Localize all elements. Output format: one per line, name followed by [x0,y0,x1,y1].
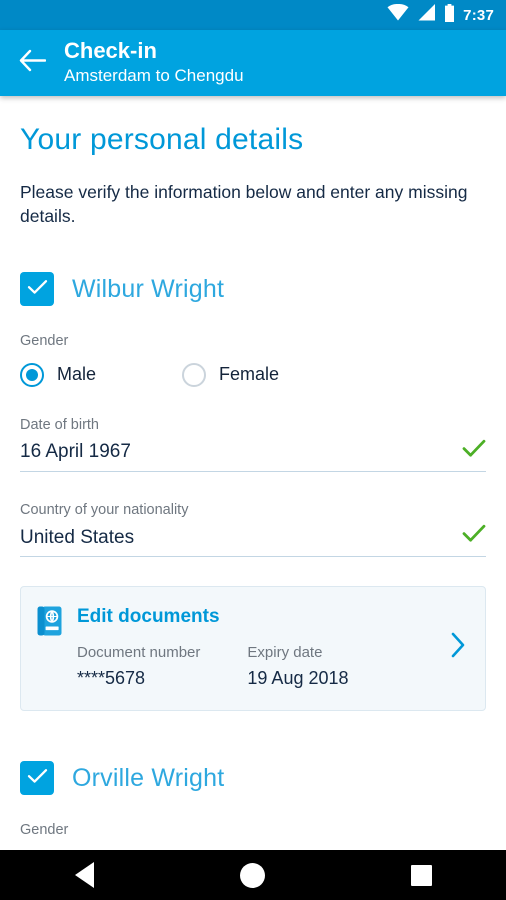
field-date-of-birth-value: 16 April 1967 [20,441,131,463]
back-button[interactable] [0,30,64,96]
gender-group: Gender Male Female [20,306,486,387]
nav-home-button[interactable] [208,850,298,900]
gender-label: Gender [20,333,69,350]
expiry-date-label: Expiry date [247,644,323,662]
valid-check-icon [462,439,486,463]
passenger-section: Wilbur Wright Gender Male Female Date of… [0,228,506,840]
document-number-value: ****5678 [77,668,146,689]
field-nationality-value: United States [20,526,135,548]
edit-documents-body: Edit documents Document number ****5678 … [63,604,441,690]
expiry-date-value: 19 Aug 2018 [247,668,349,689]
back-triangle-icon [74,862,94,888]
checkmark-icon [27,279,48,300]
passenger-header[interactable]: Orville Wright [20,761,486,796]
status-bar-clock: 7:37 [463,6,494,24]
page-title: Your personal details [20,123,304,156]
gender-option-female[interactable]: Female [182,362,280,387]
signal-icon [417,4,436,26]
field-nationality-row[interactable]: United States [20,521,486,558]
status-bar: 7:37 [0,0,506,30]
battery-icon [444,3,455,27]
app-root: 7:37 Check-in Amsterdam to Chengdu Your … [0,0,506,900]
gender-option-female-label: Female [219,364,280,385]
passenger-header[interactable]: Wilbur Wright [20,228,486,307]
app-bar: Check-in Amsterdam to Chengdu [0,30,506,96]
home-circle-icon [240,862,266,888]
edit-documents-link[interactable]: Edit documents [77,604,441,628]
app-bar-title: Check-in [64,37,157,63]
gender-option-male[interactable]: Male [20,362,97,387]
gender-group: Gender [20,795,486,839]
nav-recents-button[interactable] [377,850,467,900]
passport-icon [37,605,63,642]
wifi-icon [387,3,409,26]
back-arrow-icon [19,49,46,77]
checkmark-icon [27,768,48,789]
expiry-date-column: Expiry date 19 Aug 2018 [247,644,348,690]
radio-female-icon[interactable] [182,362,207,387]
app-bar-titles: Check-in Amsterdam to Chengdu [64,37,244,87]
document-columns: Document number ****5678 Expiry date 19 … [77,628,441,690]
field-date-of-birth-row[interactable]: 16 April 1967 [20,436,486,473]
recents-square-icon [411,864,433,886]
field-date-of-birth-label: Date of birth [20,416,99,433]
android-nav-bar [0,850,506,900]
valid-check-icon [462,524,486,548]
scroll-content[interactable]: Your personal details Please verify the … [0,96,506,850]
field-nationality-label: Country of your nationality [20,502,189,519]
gender-option-male-label: Male [57,364,97,385]
gender-label: Gender [20,822,69,839]
radio-male-icon[interactable] [20,362,44,387]
document-number-label: Document number [77,644,201,662]
passenger-checkbox[interactable] [20,272,54,307]
passenger-name: Wilbur Wright [72,274,225,303]
chevron-right-icon[interactable] [441,630,469,665]
passenger-name: Orville Wright [72,763,225,792]
passenger-checkbox[interactable] [20,761,54,796]
page-description: Please verify the information below and … [20,182,468,227]
app-bar-subtitle: Amsterdam to Chengdu [64,65,244,85]
gender-radio-row: Male Female [20,351,486,387]
nav-back-button[interactable] [39,850,129,900]
field-nationality[interactable]: Country of your nationality United State… [20,472,486,558]
edit-documents-card[interactable]: Edit documents Document number ****5678 … [20,586,486,712]
document-number-column: Document number ****5678 [77,644,200,690]
field-date-of-birth[interactable]: Date of birth 16 April 1967 [20,387,486,473]
